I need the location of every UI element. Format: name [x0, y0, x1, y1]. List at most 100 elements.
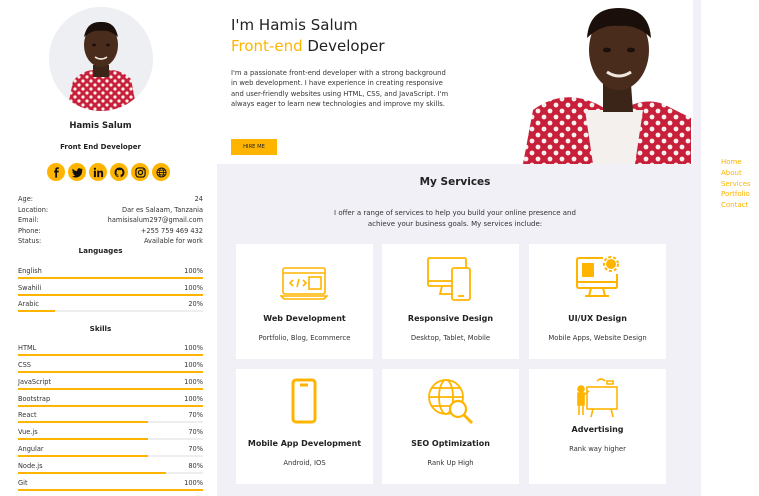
info-value: 24 [194, 195, 203, 203]
service-desc: Rank way higher [569, 445, 626, 453]
linkedin-icon[interactable] [89, 163, 107, 181]
bar-value: 100% [184, 344, 203, 352]
nav-contact[interactable]: Contact [721, 200, 751, 211]
skill-bootstrap: Bootstrap 100% [18, 395, 203, 407]
nav-about[interactable]: About [721, 168, 751, 179]
bar-label: Git [18, 479, 28, 487]
progress-fill [18, 310, 55, 312]
info-value[interactable]: hamisisalum297@gmail.com [108, 215, 203, 226]
progress-fill [18, 472, 166, 474]
info-label: Email: [18, 216, 39, 224]
presentation-board-icon [573, 375, 621, 423]
bar-value: 70% [188, 411, 203, 419]
service-title: Web Development [263, 314, 346, 323]
service-desc: Mobile Apps, Website Design [548, 334, 647, 342]
bar-label: CSS [18, 361, 31, 369]
skill-angular: Angular 70% [18, 445, 203, 457]
bar-label: React [18, 411, 37, 419]
skill-vuejs: Vue.js 70% [18, 428, 203, 440]
nav-home[interactable]: Home [721, 157, 751, 168]
hero-section: I'm Hamis Salum Front-end Developer I'm … [217, 0, 693, 164]
profile-name: Hamis Salum [69, 121, 132, 131]
service-title: Advertising [571, 425, 624, 434]
bar-value: 100% [184, 378, 203, 386]
progress-fill [18, 277, 203, 279]
globe-icon[interactable] [152, 163, 170, 181]
avatar-photo [49, 7, 153, 111]
personal-info: Age: 24 Location: Dar es Salaam, Tanzania … [18, 194, 203, 247]
progress-fill [18, 354, 203, 356]
service-title: Responsive Design [407, 314, 494, 323]
github-icon[interactable] [110, 163, 128, 181]
bar-value: 100% [184, 395, 203, 403]
service-title: UI/UX Design [568, 314, 627, 323]
progress-fill [18, 438, 148, 440]
design-monitor-icon [573, 252, 621, 300]
info-label: Location: [18, 205, 49, 214]
skill-git: Git 100% [18, 479, 203, 491]
info-row-phone: Phone: +255 759 469 432 [18, 226, 203, 237]
right-panel [701, 0, 759, 496]
progress-fill [18, 421, 148, 423]
service-title: Mobile App Development [247, 439, 362, 448]
instagram-icon[interactable] [131, 163, 149, 181]
service-card-responsive-design[interactable]: Responsive Design Desktop, Tablet, Mobil… [382, 244, 519, 359]
bar-label: JavaScript [18, 378, 52, 386]
nav-services[interactable]: Services [721, 179, 751, 190]
bar-value: 100% [184, 479, 203, 487]
code-window-icon [279, 258, 329, 306]
main-content: I'm Hamis Salum Front-end Developer I'm … [217, 0, 701, 496]
progress-fill [18, 294, 203, 296]
bar-label: Angular [18, 445, 44, 453]
info-row-location: Location: Dar es Salaam, Tanzania [18, 205, 203, 216]
skill-react: React 70% [18, 411, 203, 423]
side-nav: Home About Services Portfolio Contact [721, 157, 751, 211]
bar-label: Bootstrap [18, 395, 51, 403]
profile-sidebar: Hamis Salum Front End Developer Age: 24 L… [0, 0, 217, 496]
service-card-ui-ux-design[interactable]: UI/UX Design Mobile Apps, Website Design [529, 244, 666, 359]
bar-value: 70% [188, 428, 203, 436]
bar-label: HTML [18, 344, 37, 352]
skills-title: Skills [89, 324, 112, 333]
progress-fill [18, 489, 203, 491]
nav-portfolio[interactable]: Portfolio [721, 189, 751, 200]
skill-nodejs: Node.js 80% [18, 462, 203, 474]
smartphone-icon [280, 377, 328, 425]
bar-label: English [18, 267, 42, 275]
progress-fill [18, 455, 148, 457]
skill-css: CSS 100% [18, 361, 203, 373]
progress-fill [18, 405, 203, 407]
service-card-mobile-app-development[interactable]: Mobile App Development Android, IOS [236, 369, 373, 484]
service-card-seo-optimization[interactable]: SEO Optimization Rank Up High [382, 369, 519, 484]
language-swahili: Swahili 100% [18, 284, 203, 296]
bar-label: Node.js [18, 462, 43, 470]
bar-value: 100% [184, 361, 203, 369]
service-card-advertising[interactable]: Advertising Rank way higher [529, 369, 666, 484]
language-arabic: Arabic 20% [18, 300, 203, 312]
facebook-icon[interactable] [47, 163, 65, 181]
info-label: Phone: [18, 226, 41, 235]
twitter-icon[interactable] [68, 163, 86, 181]
info-row-age: Age: 24 [18, 194, 203, 205]
languages-title: Languages [78, 246, 123, 255]
progress-fill [18, 388, 203, 390]
social-links [47, 163, 170, 181]
devices-icon [426, 254, 474, 302]
hero-role-rest: Developer [302, 37, 385, 55]
bar-label: Vue.js [18, 428, 38, 436]
service-desc: Android, IOS [283, 459, 326, 467]
bar-label: Swahili [18, 284, 42, 292]
language-english: English 100% [18, 267, 203, 279]
service-title: SEO Optimization [411, 439, 490, 448]
services-title: My Services [419, 176, 491, 188]
bar-value: 100% [184, 267, 203, 275]
hero-greeting: I'm Hamis Salum [231, 16, 358, 34]
info-value: Dar es Salaam, Tanzania [122, 205, 203, 214]
skill-javascript: JavaScript 100% [18, 378, 203, 390]
hire-me-button[interactable]: HIRE ME [231, 139, 277, 155]
bar-value: 100% [184, 284, 203, 292]
bar-value: 20% [188, 300, 203, 308]
service-card-web-development[interactable]: Web Development Portfolio, Blog, Ecommer… [236, 244, 373, 359]
skill-html: HTML 100% [18, 344, 203, 356]
info-label: Status: [18, 237, 42, 245]
